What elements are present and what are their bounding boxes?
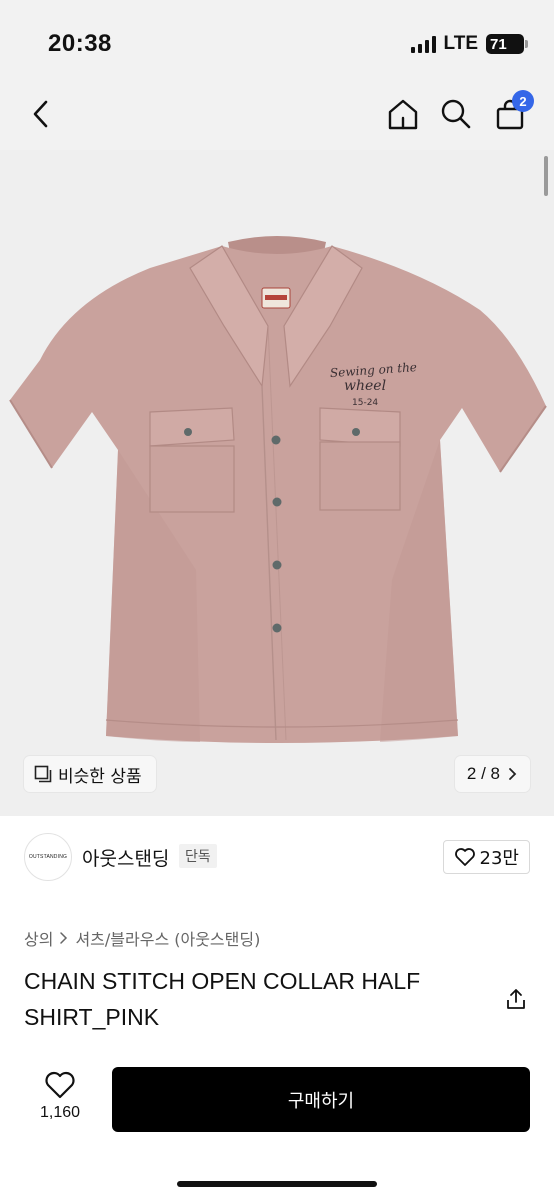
bottom-action-bar: 1,160 구매하기 xyxy=(0,1060,554,1200)
brand-row: OUTSTANDING 아웃스탠딩 단독 23만 xyxy=(0,816,554,900)
back-button[interactable] xyxy=(20,92,64,136)
product-title: CHAIN STITCH OPEN COLLAR HALF SHIRT_PINK xyxy=(24,968,421,1030)
brand-like-button[interactable]: 23만 xyxy=(442,840,530,874)
product-image[interactable]: Sewing on the wheel 15-24 비슷한 상품 2 / 8 xyxy=(0,150,554,816)
heart-icon xyxy=(45,1071,75,1099)
similar-products-button[interactable]: 비슷한 상품 xyxy=(24,756,156,792)
status-bar: 20:38 LTE 71 xyxy=(0,0,554,84)
search-button[interactable] xyxy=(434,92,478,136)
shirt-image: Sewing on the wheel 15-24 xyxy=(9,236,547,743)
home-button[interactable] xyxy=(381,92,425,136)
status-time: 20:38 xyxy=(48,30,112,57)
similar-icon xyxy=(34,765,52,783)
brand-logo[interactable]: OUTSTANDING xyxy=(24,833,72,881)
cart-badge: 2 xyxy=(512,90,534,112)
brand-logo-text: OUTSTANDING xyxy=(28,854,68,860)
wishlist-count: 1,160 xyxy=(39,1104,81,1121)
embroidery-line-3: 15-24 xyxy=(352,398,378,408)
share-button[interactable] xyxy=(502,985,530,1013)
similar-products-label: 비슷한 상품 xyxy=(58,766,142,787)
back-icon xyxy=(33,100,48,128)
chevron-right-icon xyxy=(509,768,517,780)
wishlist-button[interactable]: 1,160 xyxy=(30,1070,90,1122)
signal-icon xyxy=(410,35,436,53)
search-icon xyxy=(441,99,471,129)
image-pager: 2 / 8 xyxy=(466,764,500,783)
cart-button[interactable]: 2 xyxy=(488,90,534,136)
home-indicator xyxy=(177,1181,377,1187)
breadcrumb: 상의 셔츠/블라우스 (아웃스탠딩) xyxy=(24,926,260,950)
share-icon xyxy=(507,989,525,1009)
brand-name[interactable]: 아웃스탠딩 xyxy=(82,844,169,871)
status-indicators: LTE 71 xyxy=(410,33,528,55)
home-icon xyxy=(388,99,418,130)
embroidery-line-2: wheel xyxy=(344,378,386,394)
buy-button[interactable]: 구매하기 xyxy=(112,1067,530,1132)
brand-like-count: 23만 xyxy=(479,848,519,869)
heart-icon xyxy=(454,848,475,866)
breadcrumb-item-subcategory[interactable]: 셔츠/블라우스 (아웃스탠딩) xyxy=(75,926,260,950)
chevron-right-icon xyxy=(60,932,68,944)
exclusive-badge: 단독 xyxy=(179,844,217,868)
battery-icon: 71 xyxy=(486,34,528,54)
nav-bar: 2 xyxy=(0,84,554,150)
battery-level: 71 xyxy=(490,35,507,53)
image-pager-button[interactable]: 2 / 8 xyxy=(454,756,530,792)
network-label: LTE xyxy=(443,33,478,54)
breadcrumb-item-category[interactable]: 상의 xyxy=(24,926,53,950)
